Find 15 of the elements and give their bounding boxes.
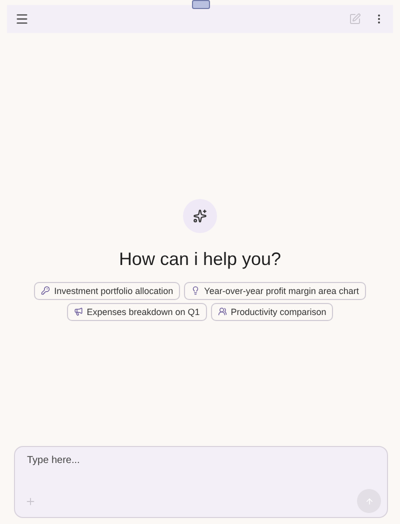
megaphone-icon (74, 307, 83, 316)
message-input[interactable]: Type here... (25, 453, 381, 468)
suggestion-chip[interactable]: Year-over-year profit margin area chart (184, 282, 366, 300)
sparkles-icon (183, 198, 217, 232)
suggestion-chip[interactable]: Investment portfolio allocation (34, 282, 180, 300)
lightbulb-icon (191, 286, 200, 295)
drag-handle[interactable] (192, 0, 210, 9)
arrow-up-icon (364, 496, 374, 506)
users-icon (218, 307, 227, 316)
suggestion-chip[interactable]: Expenses breakdown on Q1 (66, 302, 207, 320)
greeting: How can i help you? (118, 248, 282, 270)
suggestion-chip[interactable]: Productivity comparison (210, 302, 334, 320)
menu-button[interactable] (15, 12, 29, 26)
add-button[interactable] (25, 496, 36, 506)
key-icon (41, 286, 50, 295)
